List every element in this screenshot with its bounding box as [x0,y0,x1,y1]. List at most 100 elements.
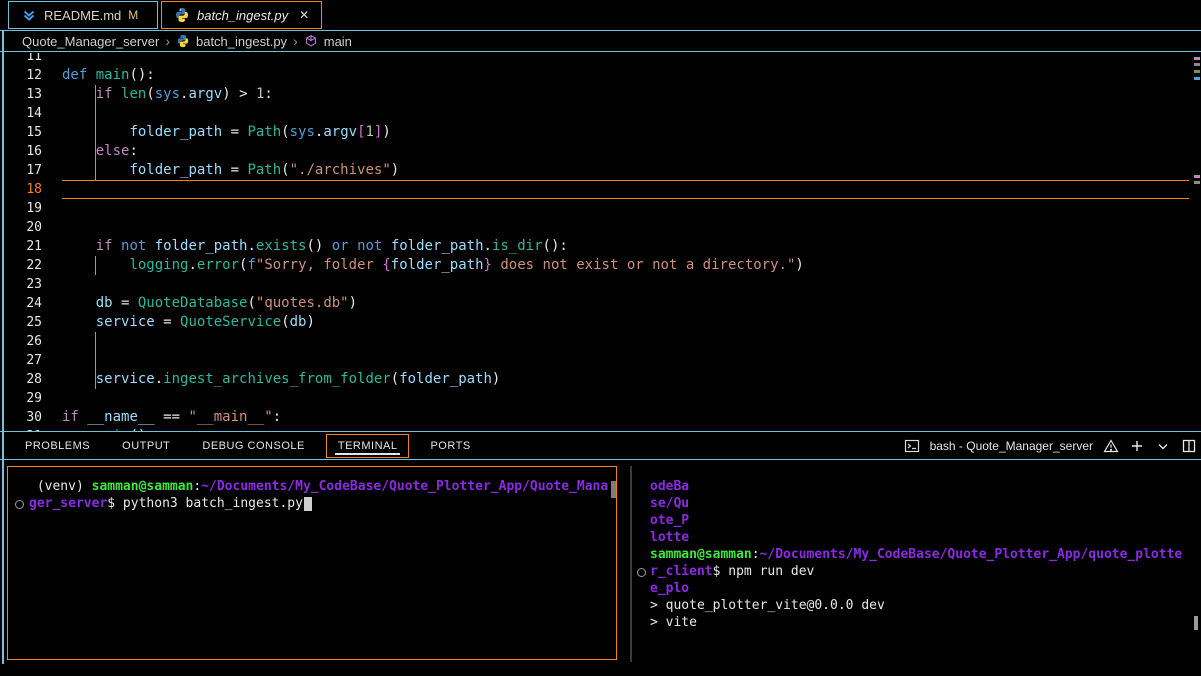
code-line-14[interactable]: 14 [0,104,1201,123]
code-line-30[interactable]: 30if __name__ == "__main__": [0,408,1201,427]
python-icon [174,7,190,23]
overview-mark [1194,77,1200,80]
overview-mark [1194,70,1200,73]
terminal-pane-left[interactable]: (venv) samman@samman:~/Documents/My_Code… [7,466,617,660]
terminal-line: se/Qu [650,495,1197,512]
line-number: 24 [0,294,62,313]
line-number: 15 [0,123,62,142]
terminal-pane-right[interactable]: odeBase/Quote_Plottesamman@samman:~/Docu… [635,466,1201,676]
code-line-content: if not folder_path.exists() or not folde… [62,237,1189,256]
terminal-line: r_client$ npm run dev [650,563,1197,580]
code-line-18[interactable]: 18 [0,180,1201,199]
code-line-content [62,104,1189,123]
chevron-right-icon: › [293,33,298,49]
indent-guide [95,142,96,161]
line-number: 12 [0,66,62,85]
indent-guide [95,370,96,389]
code-lines: 1112def main():13 if len(sys.argv) > 1:1… [0,53,1201,431]
breadcrumb-folder[interactable]: Quote_Manager_server [22,34,159,49]
breadcrumb-symbol[interactable]: main [324,34,352,49]
python-icon [176,34,190,48]
line-number: 16 [0,142,62,161]
terminal-scrollbar[interactable] [1194,616,1198,630]
code-line-content [62,332,1189,351]
line-number: 17 [0,161,62,180]
tab-batch-ingest[interactable]: batch_ingest.py ✕ [161,1,322,29]
code-line-11[interactable]: 11 [0,53,1201,66]
line-number: 22 [0,256,62,275]
code-line-content [62,389,1189,408]
line-number: 23 [0,275,62,294]
terminal-line: lotte [650,529,1197,546]
code-line-19[interactable]: 19 [0,199,1201,218]
code-line-13[interactable]: 13 if len(sys.argv) > 1: [0,85,1201,104]
chevron-down-icon[interactable] [1155,438,1171,454]
code-line-27[interactable]: 27 [0,351,1201,370]
chevron-right-icon: › [165,33,170,49]
new-terminal-icon[interactable] [1129,438,1145,454]
tab-batch-ingest-label: batch_ingest.py [197,8,288,23]
tab-output[interactable]: OUTPUT [111,435,181,457]
panel-actions: bash - Quote_Manager_server [904,432,1197,460]
editor-tab-bar: README.md M batch_ingest.py ✕ [0,0,1201,31]
terminal-area: (venv) samman@samman:~/Documents/My_Code… [0,461,1201,664]
overview-mark [1194,57,1200,60]
code-line-21[interactable]: 21 if not folder_path.exists() or not fo… [0,237,1201,256]
indent-guide [95,161,96,180]
line-number: 14 [0,104,62,123]
code-line-20[interactable]: 20 [0,218,1201,237]
code-line-26[interactable]: 26 [0,332,1201,351]
terminal-instance-label[interactable]: bash - Quote_Manager_server [930,439,1093,453]
code-line-29[interactable]: 29 [0,389,1201,408]
line-number: 18 [0,180,62,199]
code-line-content: folder_path = Path(sys.argv[1]) [62,123,1189,142]
markdown-icon [21,7,37,23]
code-line-content: def main(): [62,66,1189,85]
warning-icon[interactable] [1103,438,1119,454]
command-decoration-icon[interactable] [15,500,24,509]
tab-terminal[interactable]: TERMINAL [326,434,410,458]
split-terminal-icon[interactable] [1181,438,1197,454]
tab-problems[interactable]: PROBLEMS [14,435,101,457]
line-number: 21 [0,237,62,256]
code-line-17[interactable]: 17 folder_path = Path("./archives") [0,161,1201,180]
code-line-23[interactable]: 23 [0,275,1201,294]
code-line-22[interactable]: 22 logging.error(f"Sorry, folder {folder… [0,256,1201,275]
indent-guide [95,85,96,104]
indent-guide [95,123,96,142]
code-line-15[interactable]: 15 folder_path = Path(sys.argv[1]) [0,123,1201,142]
code-line-content [62,351,1189,370]
terminal-line: ote_P [650,512,1197,529]
code-line-content: if len(sys.argv) > 1: [62,85,1189,104]
code-line-content: if __name__ == "__main__": [62,408,1189,427]
command-decoration-icon[interactable] [637,568,646,577]
code-editor[interactable]: 1112def main():13 if len(sys.argv) > 1:1… [0,53,1201,431]
git-modified-badge: M [128,8,138,22]
terminal-scrollbar[interactable] [611,481,616,498]
tab-ports[interactable]: PORTS [419,435,481,457]
line-number: 27 [0,351,62,370]
code-line-12[interactable]: 12def main(): [0,66,1201,85]
code-line-content: logging.error(f"Sorry, folder {folder_pa… [62,256,1189,275]
line-number: 20 [0,218,62,237]
code-line-28[interactable]: 28 service.ingest_archives_from_folder(f… [0,370,1201,389]
code-line-16[interactable]: 16 else: [0,142,1201,161]
code-line-content: folder_path = Path("./archives") [62,161,1189,180]
code-line-24[interactable]: 24 db = QuoteDatabase("quotes.db") [0,294,1201,313]
close-tab-icon[interactable]: ✕ [299,8,309,22]
line-number: 26 [0,332,62,351]
line-number: 25 [0,313,62,332]
terminal-line: (venv) samman@samman:~/Documents/My_Code… [29,478,610,495]
tab-readme[interactable]: README.md M [8,1,158,29]
code-line-content [62,218,1189,237]
terminal-line: > vite [650,614,1197,631]
tab-debug-console[interactable]: DEBUG CONSOLE [191,435,315,457]
overview-ruler[interactable] [1193,53,1201,431]
vscode-window: README.md M batch_ingest.py ✕ Quote_Mana… [0,0,1201,664]
code-line-25[interactable]: 25 service = QuoteService(db) [0,313,1201,332]
code-line-content: service = QuoteService(db) [62,313,1189,332]
breadcrumb-file[interactable]: batch_ingest.py [196,34,287,49]
symbol-namespace-icon [304,34,318,48]
terminal-split-sash[interactable] [630,466,632,662]
line-number: 11 [0,53,62,66]
